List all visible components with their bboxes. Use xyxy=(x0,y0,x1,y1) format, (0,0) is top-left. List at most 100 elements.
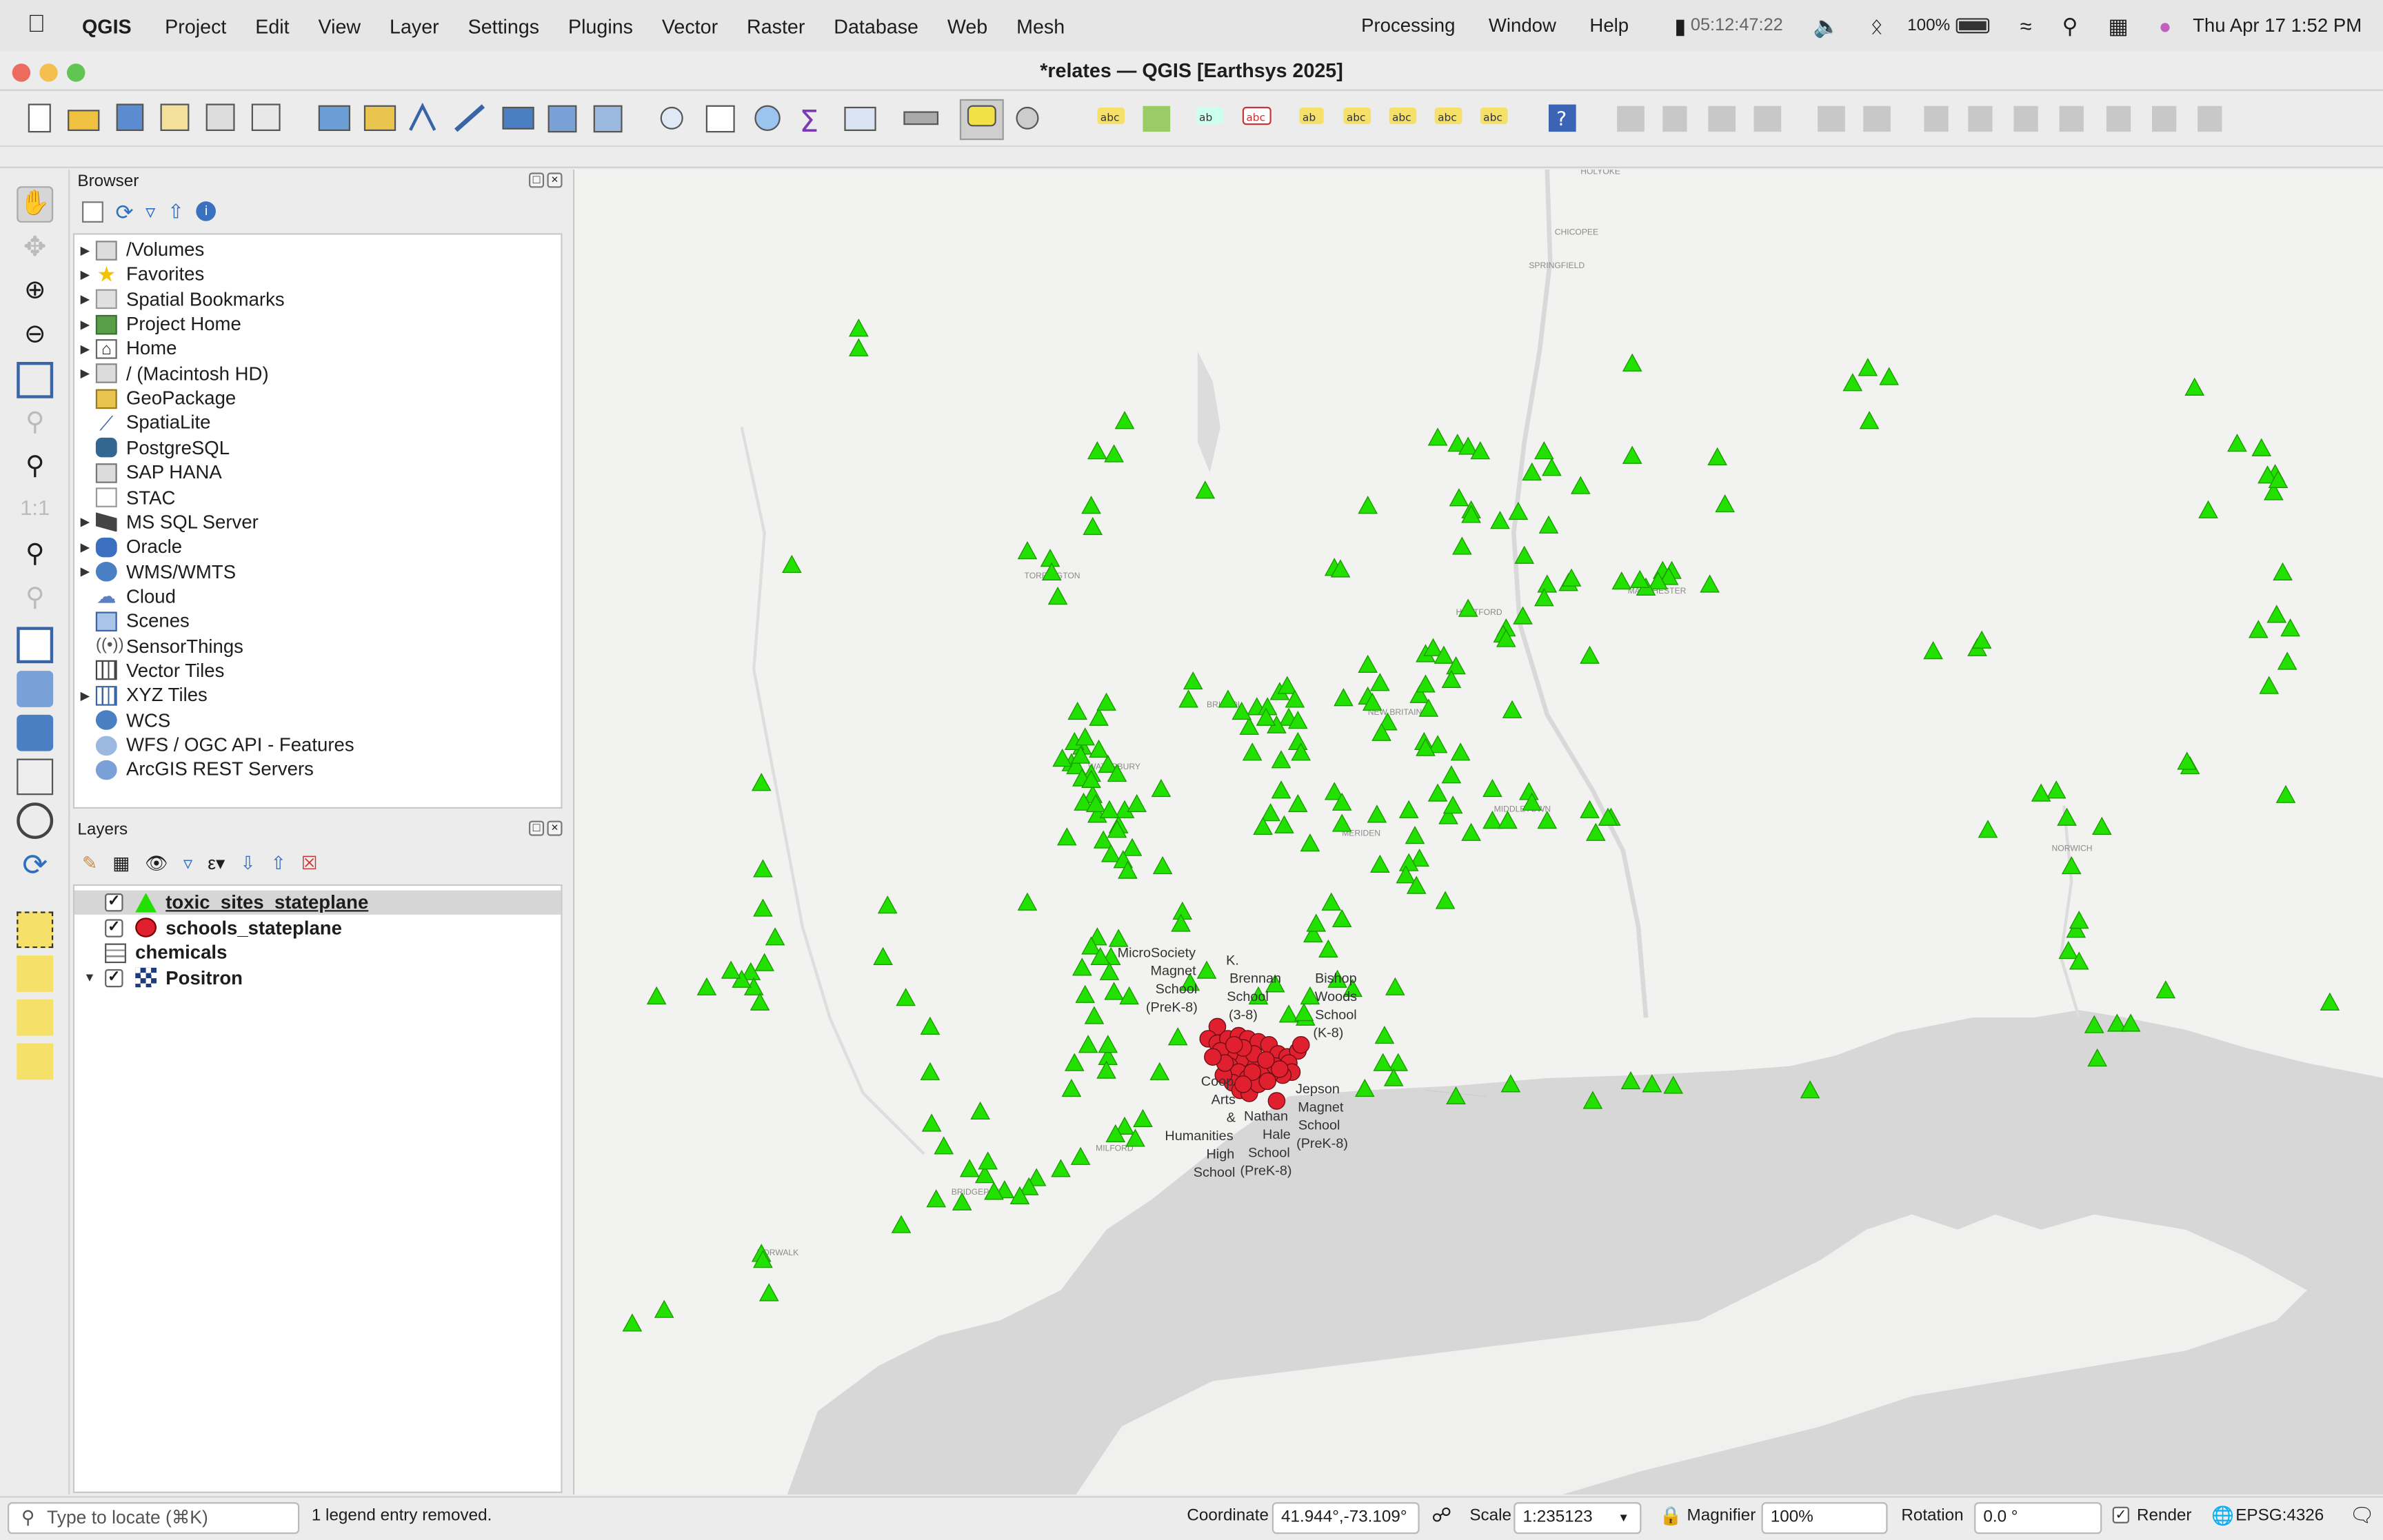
zoom-out-icon[interactable]: ⊖ xyxy=(17,320,53,356)
toxic-site-marker[interactable] xyxy=(1294,1003,1314,1022)
toxic-site-marker[interactable] xyxy=(934,1136,954,1155)
toxic-site-marker[interactable] xyxy=(754,953,775,971)
toxic-site-marker[interactable] xyxy=(1104,444,1124,463)
school-marker[interactable] xyxy=(1267,1092,1286,1110)
toxic-site-marker[interactable] xyxy=(2227,434,2247,452)
select-by-location-tool-icon[interactable] xyxy=(17,1043,54,1080)
toxic-site-marker[interactable] xyxy=(1482,811,1502,829)
toxic-site-marker[interactable] xyxy=(2184,377,2205,396)
toxic-site-marker[interactable] xyxy=(1271,750,1291,769)
toxic-site-marker[interactable] xyxy=(1622,353,1642,372)
toxic-site-marker[interactable] xyxy=(1070,1146,1091,1165)
menu-database[interactable]: Database xyxy=(834,14,918,37)
toxic-site-marker[interactable] xyxy=(1442,796,1463,814)
filter-browser-icon[interactable]: ▿ xyxy=(145,201,155,223)
toxic-site-marker[interactable] xyxy=(765,927,785,946)
toxic-site-marker[interactable] xyxy=(1518,782,1539,800)
toxic-site-marker[interactable] xyxy=(1715,494,1735,513)
toxic-site-marker[interactable] xyxy=(1842,373,1863,392)
filter-legend-icon[interactable]: ▿ xyxy=(183,853,192,874)
toxic-site-marker[interactable] xyxy=(1087,441,1107,460)
stopwatch-icon[interactable]: ▮ xyxy=(1674,13,1686,39)
toxic-site-marker[interactable] xyxy=(1067,701,1088,720)
coordinate-field[interactable]: 41.944°,-73.109° xyxy=(1271,1502,1420,1534)
toxic-site-marker[interactable] xyxy=(1321,892,1342,911)
toxic-site-marker[interactable] xyxy=(1133,1108,1153,1128)
toxic-site-marker[interactable] xyxy=(1537,574,1558,593)
toxic-site-marker[interactable] xyxy=(2198,500,2218,518)
volume-icon[interactable]: 🔈 xyxy=(1813,13,1840,39)
browser-item-spatial-bookmarks[interactable]: ▶ Spatial Bookmarks xyxy=(74,287,285,312)
select-by-value-icon[interactable] xyxy=(17,955,54,992)
datetime[interactable]: Thu Apr 17 1:52 PM xyxy=(2193,15,2362,37)
toxic-site-marker[interactable] xyxy=(1239,716,1260,736)
browser-item-stac[interactable]: STAC xyxy=(74,485,175,509)
toxic-site-marker[interactable] xyxy=(622,1313,643,1332)
toxic-site-marker[interactable] xyxy=(2046,780,2067,799)
toxic-site-marker[interactable] xyxy=(2273,562,2293,580)
toxic-site-marker[interactable] xyxy=(1622,445,1642,464)
toxic-site-marker[interactable] xyxy=(1152,855,1173,875)
zoom-last-icon[interactable]: ⚲ xyxy=(17,539,53,576)
map-canvas[interactable]: HOLYOKE CHICOPEE SPRINGFIELD TORRINGTON … xyxy=(572,170,2383,1495)
toxic-site-marker[interactable] xyxy=(2155,980,2176,999)
siri-icon[interactable]: ● xyxy=(2159,14,2172,38)
toxic-site-marker[interactable] xyxy=(1858,358,1878,376)
toxic-site-marker[interactable] xyxy=(654,1299,674,1318)
toxic-site-marker[interactable] xyxy=(750,992,770,1011)
school-marker[interactable] xyxy=(1291,1035,1310,1054)
expand-arrow-icon[interactable]: ▶ xyxy=(74,342,96,356)
toxic-site-marker[interactable] xyxy=(1083,516,1103,536)
toxic-site-marker[interactable] xyxy=(891,1215,912,1233)
toxic-site-marker[interactable] xyxy=(1318,939,1338,958)
toxic-site-marker[interactable] xyxy=(848,338,869,356)
layer-visibility-checkbox[interactable]: ✓ xyxy=(105,968,123,987)
browser-item-sap-hana[interactable]: SAP HANA xyxy=(74,460,222,485)
expand-arrow-icon[interactable]: ▶ xyxy=(74,565,96,578)
toxic-site-marker[interactable] xyxy=(1435,891,1456,909)
toxic-site-marker[interactable] xyxy=(1099,962,1120,980)
toxic-site-marker[interactable] xyxy=(1051,1159,1071,1177)
layer-item-schools-stateplane[interactable]: ✓ schools_stateplane xyxy=(74,915,561,940)
toxic-site-marker[interactable] xyxy=(970,1101,990,1120)
browser-item-wcs[interactable]: WCS xyxy=(74,708,170,732)
expand-arrow-icon[interactable]: ▶ xyxy=(74,540,96,554)
close-panel-icon[interactable]: × xyxy=(547,172,563,188)
toxic-site-marker[interactable] xyxy=(1218,689,1238,708)
deselect-features-icon[interactable] xyxy=(17,999,54,1036)
toxic-site-marker[interactable] xyxy=(1119,986,1139,1005)
toxic-site-marker[interactable] xyxy=(1122,838,1143,856)
toxic-site-marker[interactable] xyxy=(1098,1035,1118,1053)
magnifier-field[interactable]: 100% xyxy=(1761,1502,1888,1534)
toxic-site-marker[interactable] xyxy=(1383,1068,1404,1086)
expand-arrow-icon[interactable]: ▶ xyxy=(74,516,96,529)
browser-item-sensorthings[interactable]: ((•)) SensorThings xyxy=(74,634,243,658)
browser-item-cloud[interactable]: ☁ Cloud xyxy=(74,585,176,609)
zoom-in-icon[interactable]: ⊕ xyxy=(17,276,53,312)
toxic-site-marker[interactable] xyxy=(1385,977,1405,995)
browser-item-macintosh-hd[interactable]: ▶ / (Macintosh HD) xyxy=(74,361,269,385)
browser-item-geopackage[interactable]: GeoPackage xyxy=(74,386,236,410)
toxic-site-marker[interactable] xyxy=(1306,913,1327,932)
crs-button[interactable]: EPSG:4326 xyxy=(2235,1507,2324,1525)
temporal-controller-icon[interactable] xyxy=(17,758,54,796)
toxic-site-marker[interactable] xyxy=(1064,1053,1085,1071)
browser-item-wms-wmts[interactable]: ▶ WMS/WMTS xyxy=(74,560,236,584)
toxic-site-marker[interactable] xyxy=(1151,778,1172,798)
menu-web[interactable]: Web xyxy=(947,14,987,37)
toxic-site-marker[interactable] xyxy=(721,960,741,979)
toxic-site-marker[interactable] xyxy=(1017,541,1038,560)
toxic-site-marker[interactable] xyxy=(1242,742,1263,761)
expand-arrow-icon[interactable]: ▶ xyxy=(74,267,96,281)
toxic-site-marker[interactable] xyxy=(1108,929,1129,947)
toxic-site-marker[interactable] xyxy=(1522,462,1542,481)
toxic-site-marker[interactable] xyxy=(758,1283,779,1301)
toxic-site-marker[interactable] xyxy=(2266,605,2287,623)
toxic-site-marker[interactable] xyxy=(2057,807,2077,826)
browser-item-scenes[interactable]: Scenes xyxy=(74,609,190,634)
toxic-site-marker[interactable] xyxy=(2277,651,2297,670)
toxic-site-marker[interactable] xyxy=(1461,822,1481,841)
toxic-site-marker[interactable] xyxy=(1167,1027,1188,1046)
toxic-site-marker[interactable] xyxy=(959,1159,980,1177)
toxic-site-marker[interactable] xyxy=(1300,833,1320,852)
